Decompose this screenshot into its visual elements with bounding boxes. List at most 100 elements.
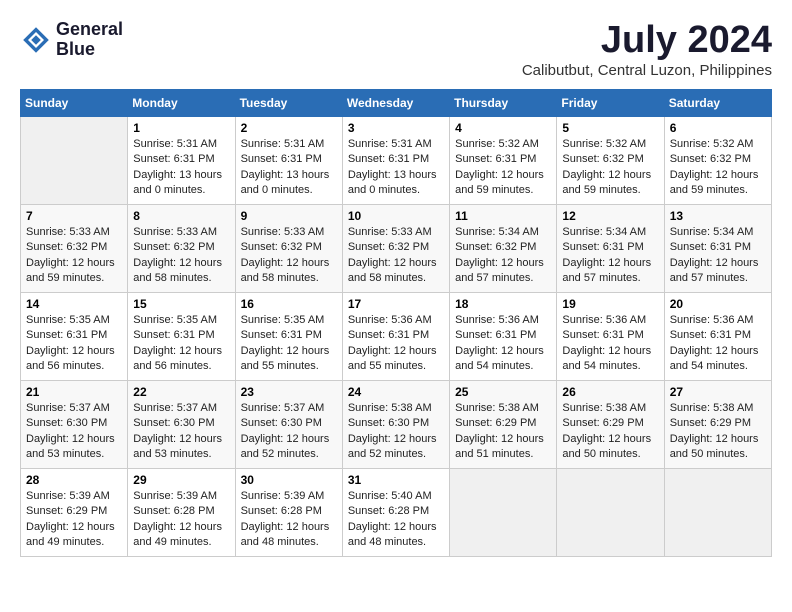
logo: General Blue bbox=[20, 20, 123, 60]
calendar-cell: 2 Sunrise: 5:31 AM Sunset: 6:31 PM Daylig… bbox=[235, 116, 342, 204]
day-number: 14 bbox=[26, 297, 122, 311]
calendar-cell: 3Sunrise: 5:31 AM Sunset: 6:31 PM Daylig… bbox=[342, 116, 449, 204]
calendar-cell: 5 Sunrise: 5:32 AM Sunset: 6:32 PM Daylig… bbox=[557, 116, 664, 204]
calendar-header-monday: Monday bbox=[128, 89, 235, 116]
day-number: 11 bbox=[455, 209, 551, 223]
day-info: Sunrise: 5:35 AM Sunset: 6:31 PM Dayligh… bbox=[241, 313, 337, 375]
day-number: 1 bbox=[133, 121, 229, 135]
logo-text: General Blue bbox=[56, 20, 123, 60]
calendar-cell: 21 Sunrise: 5:37 AM Sunset: 6:30 PM Dayli… bbox=[21, 380, 128, 468]
day-info: Sunrise: 5:35 AM Sunset: 6:31 PM Dayligh… bbox=[133, 313, 229, 375]
day-number: 16 bbox=[241, 297, 337, 311]
day-info: Sunrise: 5:34 AM Sunset: 6:32 PM Dayligh… bbox=[455, 225, 551, 287]
day-number: 31 bbox=[348, 473, 444, 487]
calendar-cell: 9Sunrise: 5:33 AM Sunset: 6:32 PM Daylig… bbox=[235, 204, 342, 292]
calendar-cell: 1 Sunrise: 5:31 AM Sunset: 6:31 PM Daylig… bbox=[128, 116, 235, 204]
day-info: Sunrise: 5:32 AM Sunset: 6:32 PM Dayligh… bbox=[562, 137, 658, 199]
day-number: 2 bbox=[241, 121, 337, 135]
calendar-cell: 25 Sunrise: 5:38 AM Sunset: 6:29 PM Dayli… bbox=[450, 380, 557, 468]
day-info: Sunrise: 5:40 AM Sunset: 6:28 PM Dayligh… bbox=[348, 489, 444, 551]
day-info: Sunrise: 5:32 AM Sunset: 6:32 PM Dayligh… bbox=[670, 137, 766, 199]
day-info: Sunrise: 5:33 AM Sunset: 6:32 PM Dayligh… bbox=[348, 225, 444, 287]
day-number: 28 bbox=[26, 473, 122, 487]
week-row-4: 21 Sunrise: 5:37 AM Sunset: 6:30 PM Dayli… bbox=[21, 380, 772, 468]
day-number: 3 bbox=[348, 121, 444, 135]
day-info: Sunrise: 5:33 AM Sunset: 6:32 PM Dayligh… bbox=[26, 225, 122, 287]
calendar-cell bbox=[21, 116, 128, 204]
calendar-cell bbox=[664, 468, 771, 556]
logo-icon bbox=[20, 24, 52, 56]
day-number: 24 bbox=[348, 385, 444, 399]
calendar-cell: 31 Sunrise: 5:40 AM Sunset: 6:28 PM Dayli… bbox=[342, 468, 449, 556]
calendar-header-row: SundayMondayTuesdayWednesdayThursdayFrid… bbox=[21, 89, 772, 116]
calendar-header-thursday: Thursday bbox=[450, 89, 557, 116]
day-info: Sunrise: 5:36 AM Sunset: 6:31 PM Dayligh… bbox=[562, 313, 658, 375]
calendar-cell: 23 Sunrise: 5:37 AM Sunset: 6:30 PM Dayli… bbox=[235, 380, 342, 468]
day-number: 5 bbox=[562, 121, 658, 135]
day-number: 17 bbox=[348, 297, 444, 311]
day-info: Sunrise: 5:37 AM Sunset: 6:30 PM Dayligh… bbox=[241, 401, 337, 463]
day-info: Sunrise: 5:37 AM Sunset: 6:30 PM Dayligh… bbox=[26, 401, 122, 463]
day-info: Sunrise: 5:38 AM Sunset: 6:29 PM Dayligh… bbox=[562, 401, 658, 463]
day-info: Sunrise: 5:38 AM Sunset: 6:29 PM Dayligh… bbox=[455, 401, 551, 463]
day-number: 27 bbox=[670, 385, 766, 399]
calendar-cell: 8 Sunrise: 5:33 AM Sunset: 6:32 PM Daylig… bbox=[128, 204, 235, 292]
week-row-2: 7Sunrise: 5:33 AM Sunset: 6:32 PM Daylig… bbox=[21, 204, 772, 292]
day-info: Sunrise: 5:36 AM Sunset: 6:31 PM Dayligh… bbox=[455, 313, 551, 375]
day-info: Sunrise: 5:36 AM Sunset: 6:31 PM Dayligh… bbox=[348, 313, 444, 375]
calendar-header-wednesday: Wednesday bbox=[342, 89, 449, 116]
day-number: 19 bbox=[562, 297, 658, 311]
day-info: Sunrise: 5:31 AM Sunset: 6:31 PM Dayligh… bbox=[133, 137, 229, 199]
page-header: General Blue July 2024 Calibutbut, Centr… bbox=[20, 20, 772, 79]
day-info: Sunrise: 5:36 AM Sunset: 6:31 PM Dayligh… bbox=[670, 313, 766, 375]
day-info: Sunrise: 5:34 AM Sunset: 6:31 PM Dayligh… bbox=[670, 225, 766, 287]
day-number: 23 bbox=[241, 385, 337, 399]
day-number: 6 bbox=[670, 121, 766, 135]
week-row-1: 1 Sunrise: 5:31 AM Sunset: 6:31 PM Daylig… bbox=[21, 116, 772, 204]
day-number: 26 bbox=[562, 385, 658, 399]
calendar-cell: 22Sunrise: 5:37 AM Sunset: 6:30 PM Dayli… bbox=[128, 380, 235, 468]
day-info: Sunrise: 5:35 AM Sunset: 6:31 PM Dayligh… bbox=[26, 313, 122, 375]
calendar-header-sunday: Sunday bbox=[21, 89, 128, 116]
calendar-table: SundayMondayTuesdayWednesdayThursdayFrid… bbox=[20, 89, 772, 557]
calendar-cell: 18 Sunrise: 5:36 AM Sunset: 6:31 PM Dayli… bbox=[450, 292, 557, 380]
day-info: Sunrise: 5:39 AM Sunset: 6:28 PM Dayligh… bbox=[241, 489, 337, 551]
calendar-cell: 7Sunrise: 5:33 AM Sunset: 6:32 PM Daylig… bbox=[21, 204, 128, 292]
day-number: 12 bbox=[562, 209, 658, 223]
calendar-cell bbox=[557, 468, 664, 556]
day-info: Sunrise: 5:32 AM Sunset: 6:31 PM Dayligh… bbox=[455, 137, 551, 199]
day-info: Sunrise: 5:39 AM Sunset: 6:29 PM Dayligh… bbox=[26, 489, 122, 551]
title-block: July 2024 Calibutbut, Central Luzon, Phi… bbox=[522, 20, 772, 79]
day-info: Sunrise: 5:39 AM Sunset: 6:28 PM Dayligh… bbox=[133, 489, 229, 551]
calendar-cell: 15 Sunrise: 5:35 AM Sunset: 6:31 PM Dayli… bbox=[128, 292, 235, 380]
calendar-cell: 29Sunrise: 5:39 AM Sunset: 6:28 PM Dayli… bbox=[128, 468, 235, 556]
calendar-cell: 16 Sunrise: 5:35 AM Sunset: 6:31 PM Dayli… bbox=[235, 292, 342, 380]
calendar-header-saturday: Saturday bbox=[664, 89, 771, 116]
week-row-3: 14 Sunrise: 5:35 AM Sunset: 6:31 PM Dayli… bbox=[21, 292, 772, 380]
calendar-cell: 28 Sunrise: 5:39 AM Sunset: 6:29 PM Dayli… bbox=[21, 468, 128, 556]
day-info: Sunrise: 5:31 AM Sunset: 6:31 PM Dayligh… bbox=[241, 137, 337, 199]
day-info: Sunrise: 5:34 AM Sunset: 6:31 PM Dayligh… bbox=[562, 225, 658, 287]
day-info: Sunrise: 5:38 AM Sunset: 6:29 PM Dayligh… bbox=[670, 401, 766, 463]
day-number: 8 bbox=[133, 209, 229, 223]
calendar-cell: 20Sunrise: 5:36 AM Sunset: 6:31 PM Dayli… bbox=[664, 292, 771, 380]
calendar-header-friday: Friday bbox=[557, 89, 664, 116]
calendar-cell: 30Sunrise: 5:39 AM Sunset: 6:28 PM Dayli… bbox=[235, 468, 342, 556]
calendar-cell: 26 Sunrise: 5:38 AM Sunset: 6:29 PM Dayli… bbox=[557, 380, 664, 468]
calendar-cell: 24 Sunrise: 5:38 AM Sunset: 6:30 PM Dayli… bbox=[342, 380, 449, 468]
day-number: 18 bbox=[455, 297, 551, 311]
day-number: 21 bbox=[26, 385, 122, 399]
calendar-cell: 14 Sunrise: 5:35 AM Sunset: 6:31 PM Dayli… bbox=[21, 292, 128, 380]
day-info: Sunrise: 5:38 AM Sunset: 6:30 PM Dayligh… bbox=[348, 401, 444, 463]
day-info: Sunrise: 5:33 AM Sunset: 6:32 PM Dayligh… bbox=[133, 225, 229, 287]
calendar-cell: 11 Sunrise: 5:34 AM Sunset: 6:32 PM Dayli… bbox=[450, 204, 557, 292]
calendar-cell: 4Sunrise: 5:32 AM Sunset: 6:31 PM Daylig… bbox=[450, 116, 557, 204]
calendar-cell bbox=[450, 468, 557, 556]
calendar-header-tuesday: Tuesday bbox=[235, 89, 342, 116]
page-title: July 2024 bbox=[522, 20, 772, 62]
calendar-cell: 17 Sunrise: 5:36 AM Sunset: 6:31 PM Dayli… bbox=[342, 292, 449, 380]
day-info: Sunrise: 5:33 AM Sunset: 6:32 PM Dayligh… bbox=[241, 225, 337, 287]
day-number: 15 bbox=[133, 297, 229, 311]
calendar-cell: 27 Sunrise: 5:38 AM Sunset: 6:29 PM Dayli… bbox=[664, 380, 771, 468]
day-number: 25 bbox=[455, 385, 551, 399]
